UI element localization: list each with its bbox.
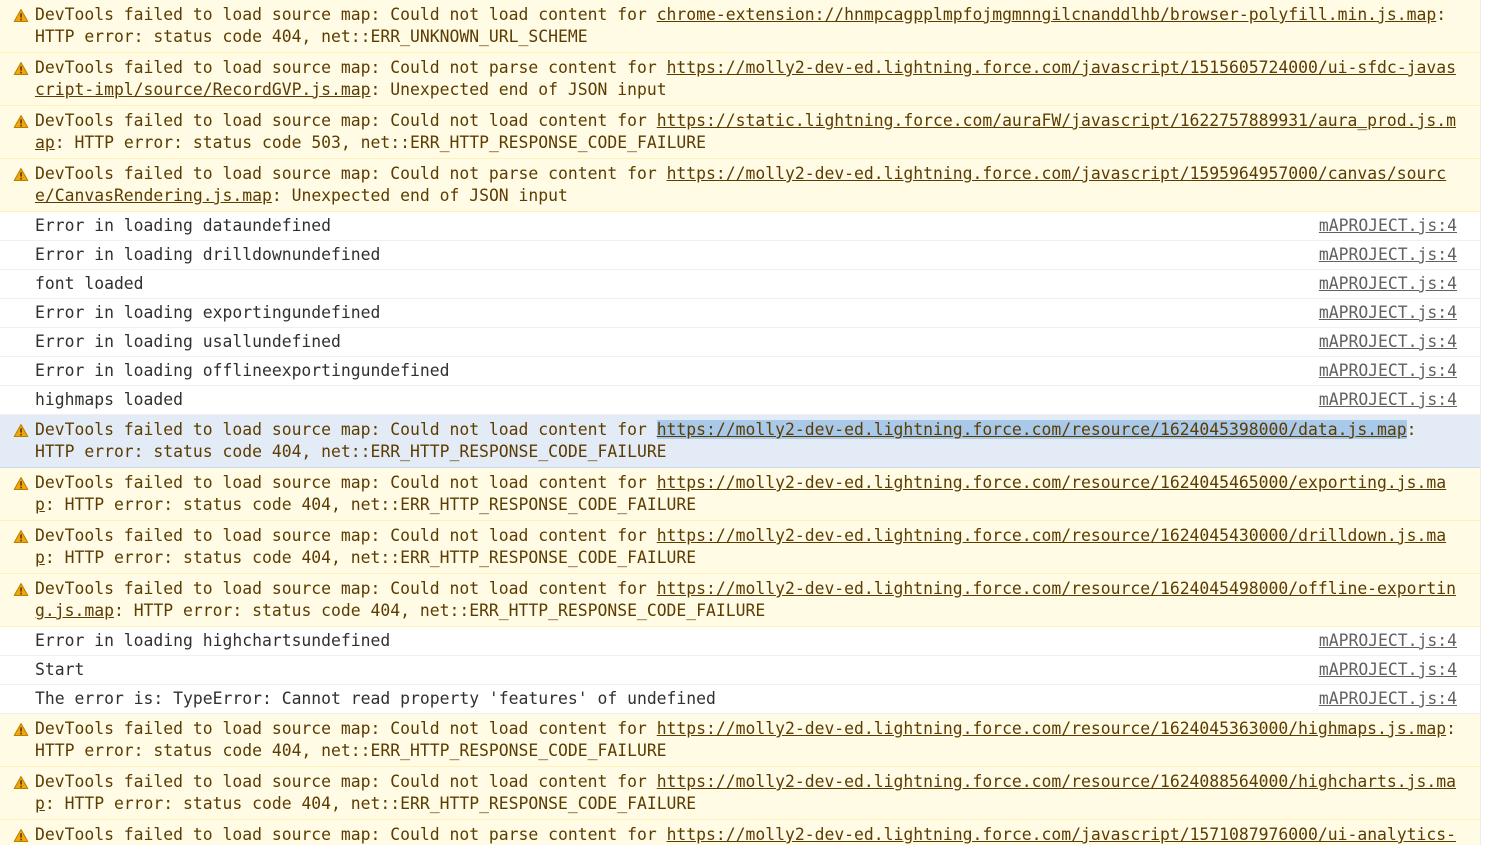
message-text-segment: DevTools failed to load source map: Coul… — [35, 58, 667, 77]
message-text-segment: : Unexpected end of JSON input — [271, 186, 568, 205]
message-text-segment: DevTools failed to load source map: Coul… — [35, 473, 657, 492]
message-text: DevTools failed to load source map: Coul… — [35, 525, 1462, 569]
message-text: Error in loading usallundefined — [35, 331, 1462, 353]
warning-icon — [13, 7, 29, 22]
console-message-row[interactable]: DevTools failed to load source map: Coul… — [0, 521, 1481, 574]
message-text: Error in loading dataundefined — [35, 215, 1462, 237]
console-message-list: DevTools failed to load source map: Coul… — [0, 0, 1481, 845]
message-text-segment: DevTools failed to load source map: Coul… — [35, 526, 657, 545]
console-message-row[interactable]: Error in loading exportingundefined mAPRO… — [0, 299, 1481, 328]
vertical-scrollbar[interactable] — [1480, 0, 1493, 845]
warning-icon — [13, 475, 29, 490]
console-message-row[interactable]: Error in loading offlineexportingundefin… — [0, 357, 1481, 386]
message-text-segment: The error is: TypeError: Cannot read pro… — [35, 689, 716, 708]
message-text-segment: : HTTP error: status code 503, net::ERR_… — [54, 133, 707, 152]
console-message-row[interactable]: DevTools failed to load source map: Coul… — [0, 415, 1481, 468]
message-text: Start — [35, 659, 1462, 681]
message-text-segment: Error in loading usallundefined — [35, 332, 341, 351]
source-location-link[interactable]: mAPROJECT.js:4 — [1319, 302, 1457, 324]
console-message-row[interactable]: Start mAPROJECT.js:4 — [0, 656, 1481, 685]
message-text-segment: Error in loading offlineexportingundefin… — [35, 361, 450, 380]
warning-icon — [13, 60, 29, 75]
warning-icon — [13, 721, 29, 736]
source-location-link[interactable]: mAPROJECT.js:4 — [1319, 331, 1457, 353]
source-location-link[interactable]: mAPROJECT.js:4 — [1319, 389, 1457, 411]
source-location-link[interactable]: mAPROJECT.js:4 — [1319, 630, 1457, 652]
message-text-segment: DevTools failed to load source map: Coul… — [35, 164, 667, 183]
console-message-row[interactable]: DevTools failed to load source map: Coul… — [0, 106, 1481, 159]
message-text: The error is: TypeError: Cannot read pro… — [35, 688, 1462, 710]
message-text: DevTools failed to load source map: Coul… — [35, 718, 1462, 762]
warning-icon — [13, 581, 29, 596]
message-text-segment: : HTTP error: status code 404, net::ERR_… — [44, 495, 697, 514]
console-message-row[interactable]: DevTools failed to load source map: Coul… — [0, 820, 1481, 845]
message-text: DevTools failed to load source map: Coul… — [35, 771, 1462, 815]
source-location-link[interactable]: mAPROJECT.js:4 — [1319, 688, 1457, 710]
message-text-segment: : Unexpected end of JSON input — [370, 80, 667, 99]
source-map-url-link[interactable]: chrome-extension://hnmpcagpplmpfojmgmnng… — [657, 5, 1437, 24]
message-text-segment: DevTools failed to load source map: Coul… — [35, 111, 657, 130]
message-text: Error in loading highchartsundefined — [35, 630, 1462, 652]
message-text-segment: DevTools failed to load source map: Coul… — [35, 772, 657, 791]
message-text-segment: Error in loading highchartsundefined — [35, 631, 391, 650]
console-message-row[interactable]: The error is: TypeError: Cannot read pro… — [0, 685, 1481, 714]
message-text: DevTools failed to load source map: Coul… — [35, 578, 1462, 622]
message-text-segment: DevTools failed to load source map: Coul… — [35, 825, 667, 844]
message-text: DevTools failed to load source map: Coul… — [35, 110, 1462, 154]
message-text: DevTools failed to load source map: Coul… — [35, 163, 1462, 207]
warning-icon — [13, 422, 29, 437]
console-message-row[interactable]: DevTools failed to load source map: Coul… — [0, 53, 1481, 106]
source-map-url-link[interactable]: https://molly2-dev-ed.lightning.force.co… — [656, 420, 1407, 439]
console-message-row[interactable]: DevTools failed to load source map: Coul… — [0, 0, 1481, 53]
message-text: Error in loading offlineexportingundefin… — [35, 360, 1462, 382]
source-location-link[interactable]: mAPROJECT.js:4 — [1319, 360, 1457, 382]
source-location-link[interactable]: mAPROJECT.js:4 — [1319, 244, 1457, 266]
message-text-segment: : HTTP error: status code 404, net::ERR_… — [44, 794, 697, 813]
source-location-link[interactable]: mAPROJECT.js:4 — [1319, 659, 1457, 681]
console-message-row[interactable]: Error in loading usallundefined mAPROJECT… — [0, 328, 1481, 357]
message-text-segment: : HTTP error: status code 404, net::ERR_… — [113, 601, 766, 620]
warning-icon — [13, 774, 29, 789]
console-message-row[interactable]: highmaps loaded mAPROJECT.js:4 — [0, 386, 1481, 415]
message-text: Error in loading drilldownundefined — [35, 244, 1462, 266]
source-location-link[interactable]: mAPROJECT.js:4 — [1319, 273, 1457, 295]
source-map-url-link[interactable]: https://molly2-dev-ed.lightning.force.co… — [657, 719, 1446, 738]
warning-icon — [13, 528, 29, 543]
console-message-row[interactable]: DevTools failed to load source map: Coul… — [0, 714, 1481, 767]
message-text: highmaps loaded — [35, 389, 1462, 411]
console-message-row[interactable]: DevTools failed to load source map: Coul… — [0, 574, 1481, 627]
message-text: DevTools failed to load source map: Coul… — [35, 824, 1462, 845]
console-message-row[interactable]: DevTools failed to load source map: Coul… — [0, 159, 1481, 212]
console-message-row[interactable]: Error in loading drilldownundefined mAPRO… — [0, 241, 1481, 270]
message-text-segment: Error in loading exportingundefined — [35, 303, 381, 322]
message-text-segment: DevTools failed to load source map: Coul… — [35, 579, 657, 598]
message-text: DevTools failed to load source map: Coul… — [35, 472, 1462, 516]
console-message-row[interactable]: Error in loading dataundefined mAPROJECT.… — [0, 212, 1481, 241]
warning-icon — [13, 166, 29, 181]
message-text-segment: highmaps loaded — [35, 390, 184, 409]
message-text-segment: : HTTP error: status code 404, net::ERR_… — [44, 548, 697, 567]
message-text: DevTools failed to load source map: Coul… — [35, 57, 1462, 101]
message-text-segment: Error in loading drilldownundefined — [35, 245, 381, 264]
message-text-segment: DevTools failed to load source map: Coul… — [35, 420, 657, 439]
message-text-segment: Start — [35, 660, 85, 679]
console-message-row[interactable]: DevTools failed to load source map: Coul… — [0, 767, 1481, 820]
message-text: Error in loading exportingundefined — [35, 302, 1462, 324]
console-message-row[interactable]: DevTools failed to load source map: Coul… — [0, 468, 1481, 521]
message-text-segment: DevTools failed to load source map: Coul… — [35, 719, 657, 738]
message-text: DevTools failed to load source map: Coul… — [35, 419, 1462, 463]
devtools-console: DevTools failed to load source map: Coul… — [0, 0, 1493, 845]
source-location-link[interactable]: mAPROJECT.js:4 — [1319, 215, 1457, 237]
console-message-row[interactable]: font loaded mAPROJECT.js:4 — [0, 270, 1481, 299]
warning-icon — [13, 113, 29, 128]
warning-icon — [13, 827, 29, 842]
message-text: DevTools failed to load source map: Coul… — [35, 4, 1462, 48]
message-text-segment: Error in loading dataundefined — [35, 216, 332, 235]
console-message-row[interactable]: Error in loading highchartsundefined mAPR… — [0, 627, 1481, 656]
message-text-segment: font loaded — [35, 274, 144, 293]
message-text: font loaded — [35, 273, 1462, 295]
message-text-segment: DevTools failed to load source map: Coul… — [35, 5, 657, 24]
